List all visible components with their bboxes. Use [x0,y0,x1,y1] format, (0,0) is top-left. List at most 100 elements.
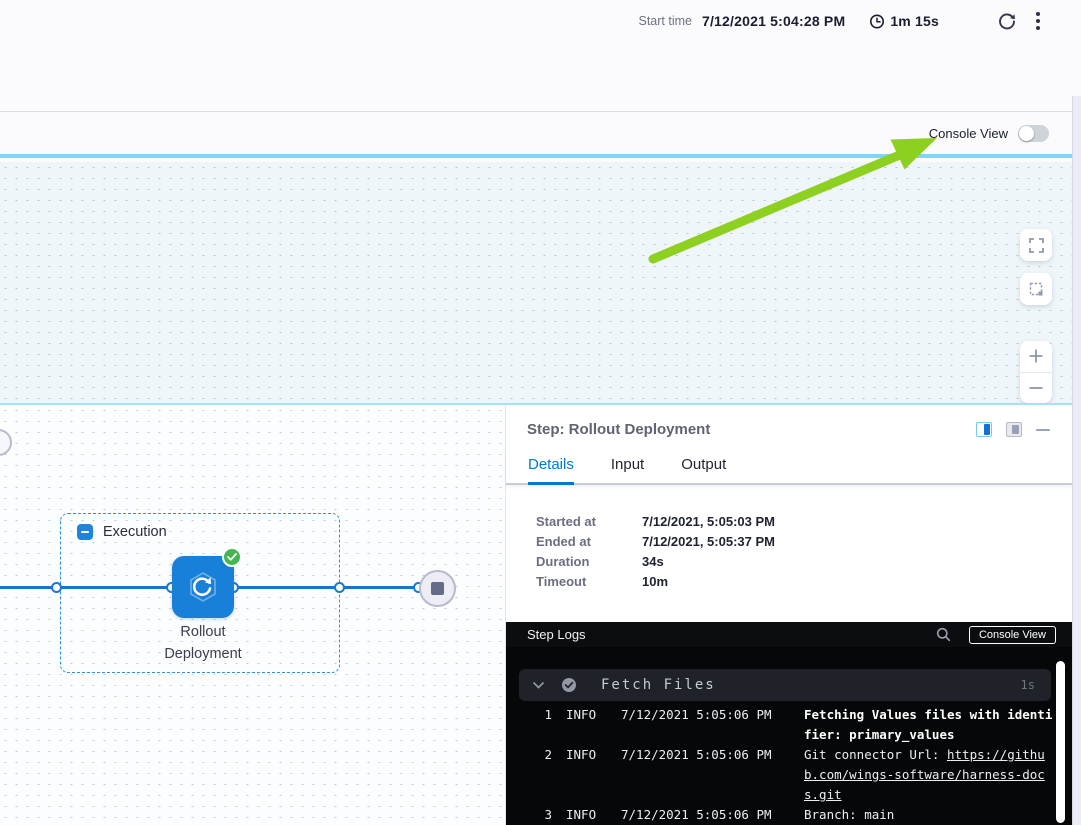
start-time-value: 7/12/2021 5:04:28 PM [702,13,845,29]
console-view-toggle-group: Console View [929,125,1049,142]
log-section-name: Fetch Files [601,677,1021,693]
stop-icon [431,582,444,595]
log-section-header[interactable]: Fetch Files 1s [519,669,1051,701]
canvas-controls [1020,229,1052,403]
rollout-icon [183,567,223,607]
log-level: INFO [552,745,606,805]
collapse-group-button[interactable] [77,524,93,540]
detail-label: Timeout [536,572,642,592]
refresh-button[interactable] [995,9,1019,33]
elapsed-value: 1m 15s [890,13,939,29]
clock-icon [869,13,885,29]
log-line: 1INFO7/12/2021 5:05:06 PMFetching Values… [519,705,1072,745]
execution-group-header: Execution [77,524,167,540]
pipeline-execution-page: Start time 7/12/2021 5:04:28 PM 1m 15s [0,0,1081,825]
end-node[interactable] [419,570,456,607]
step-details-panel: Step: Rollout Deployment Details Input Out… [505,405,1072,825]
panel-tabs: Details Input Output [506,448,1072,485]
console-view-label: Console View [929,126,1008,141]
log-link[interactable]: https://github.com/wings-software/harnes… [804,747,1045,802]
detail-row: Duration34s [536,552,1072,572]
detail-value: 7/12/2021, 5:05:03 PM [642,512,1072,532]
log-line-number: 1 [519,705,552,745]
right-edge-panel [1072,96,1081,825]
step-logs-title: Step Logs [527,627,936,642]
pipeline-toolbar: Console View [0,113,1072,158]
more-options-button[interactable] [1033,9,1043,33]
log-line: 3INFO7/12/2021 5:05:06 PMBranch: main [519,805,1072,825]
log-search-button[interactable] [936,627,951,642]
detail-value: 7/12/2021, 5:05:37 PM [642,532,1072,552]
detail-row: Ended at7/12/2021, 5:05:37 PM [536,532,1072,552]
execution-header: Start time 7/12/2021 5:04:28 PM 1m 15s [0,0,1081,112]
zoom-out-icon [1028,380,1044,396]
log-line-number: 3 [519,805,552,825]
detail-row: Started at7/12/2021, 5:05:03 PM [536,512,1072,532]
step-graph-canvas[interactable]: Execution Rollout Deployment [0,405,505,825]
marquee-select-button[interactable] [1020,273,1052,305]
kebab-menu-icon [1035,11,1041,31]
step-logs-section: Step Logs Console View [506,622,1072,825]
log-message: Fetching Values files with identifier: p… [776,705,1056,745]
fullscreen-button[interactable] [1020,229,1052,261]
detail-label: Ended at [536,532,642,552]
log-scrollbar[interactable] [1056,661,1065,823]
edge-connector [51,582,62,593]
log-timestamp: 7/12/2021 5:05:06 PM [606,705,776,745]
detail-value: 10m [642,572,1072,592]
panel-header: Step: Rollout Deployment [506,405,1072,448]
step-detail-rows: Started at7/12/2021, 5:05:03 PMEnded at7… [506,485,1072,592]
logs-console-view-button[interactable]: Console View [969,626,1056,644]
stage-canvas[interactable] [0,162,1072,403]
log-line-number: 2 [519,745,552,805]
detail-row: Timeout10m [536,572,1072,592]
node-label-line2: Deployment [103,643,303,665]
panel-actions [976,422,1050,437]
chevron-down-icon [533,682,544,689]
dock-right-layout-icon[interactable] [976,422,992,437]
log-level: INFO [552,805,606,825]
zoom-in-button[interactable] [1020,341,1052,373]
zoom-controls [1020,341,1052,403]
detail-label: Started at [536,512,642,532]
detail-label: Duration [536,552,642,572]
previous-node-partial [0,429,12,456]
minus-icon [81,531,89,533]
log-section-duration: 1s [1021,678,1035,692]
detail-value: 34s [642,552,1072,572]
rollout-deployment-node[interactable] [172,556,234,618]
log-rows: 1INFO7/12/2021 5:05:06 PMFetching Values… [519,705,1072,825]
execution-group-label: Execution [103,524,167,540]
log-console[interactable]: Fetch Files 1s 1INFO7/12/2021 5:05:06 PM… [506,647,1072,825]
success-badge [222,547,242,567]
node-label-line1: Rollout [103,621,303,643]
log-message: Git connector Url: https://github.com/wi… [776,745,1056,805]
panel-title: Step: Rollout Deployment [527,421,710,438]
log-line: 2INFO7/12/2021 5:05:06 PMGit connector U… [519,745,1072,805]
console-view-switch[interactable] [1018,125,1049,142]
tab-output[interactable]: Output [681,456,726,483]
tab-input[interactable]: Input [611,456,644,483]
log-timestamp: 7/12/2021 5:05:06 PM [606,805,776,825]
zoom-in-icon [1028,348,1044,364]
node-label: Rollout Deployment [103,621,303,665]
step-logs-bar: Step Logs Console View [506,622,1072,647]
log-timestamp: 7/12/2021 5:05:06 PM [606,745,776,805]
switch-knob [1019,126,1034,141]
tab-details[interactable]: Details [528,456,574,483]
log-level: INFO [552,705,606,745]
section-success-icon [561,677,577,693]
minimize-panel-button[interactable] [1036,429,1050,431]
marquee-select-icon [1029,282,1044,297]
start-time-label: Start time [638,14,692,28]
fullscreen-icon [1029,238,1044,253]
execution-meta: Start time 7/12/2021 5:04:28 PM 1m 15s [638,8,1043,34]
edge-connector [334,582,345,593]
elapsed-duration: 1m 15s [869,13,939,29]
check-icon [227,553,237,561]
refresh-icon [997,11,1017,31]
dock-panel-layout-icon[interactable] [1006,422,1022,437]
search-icon [936,627,951,642]
log-message: Branch: main [776,805,1056,825]
zoom-out-button[interactable] [1020,373,1052,404]
